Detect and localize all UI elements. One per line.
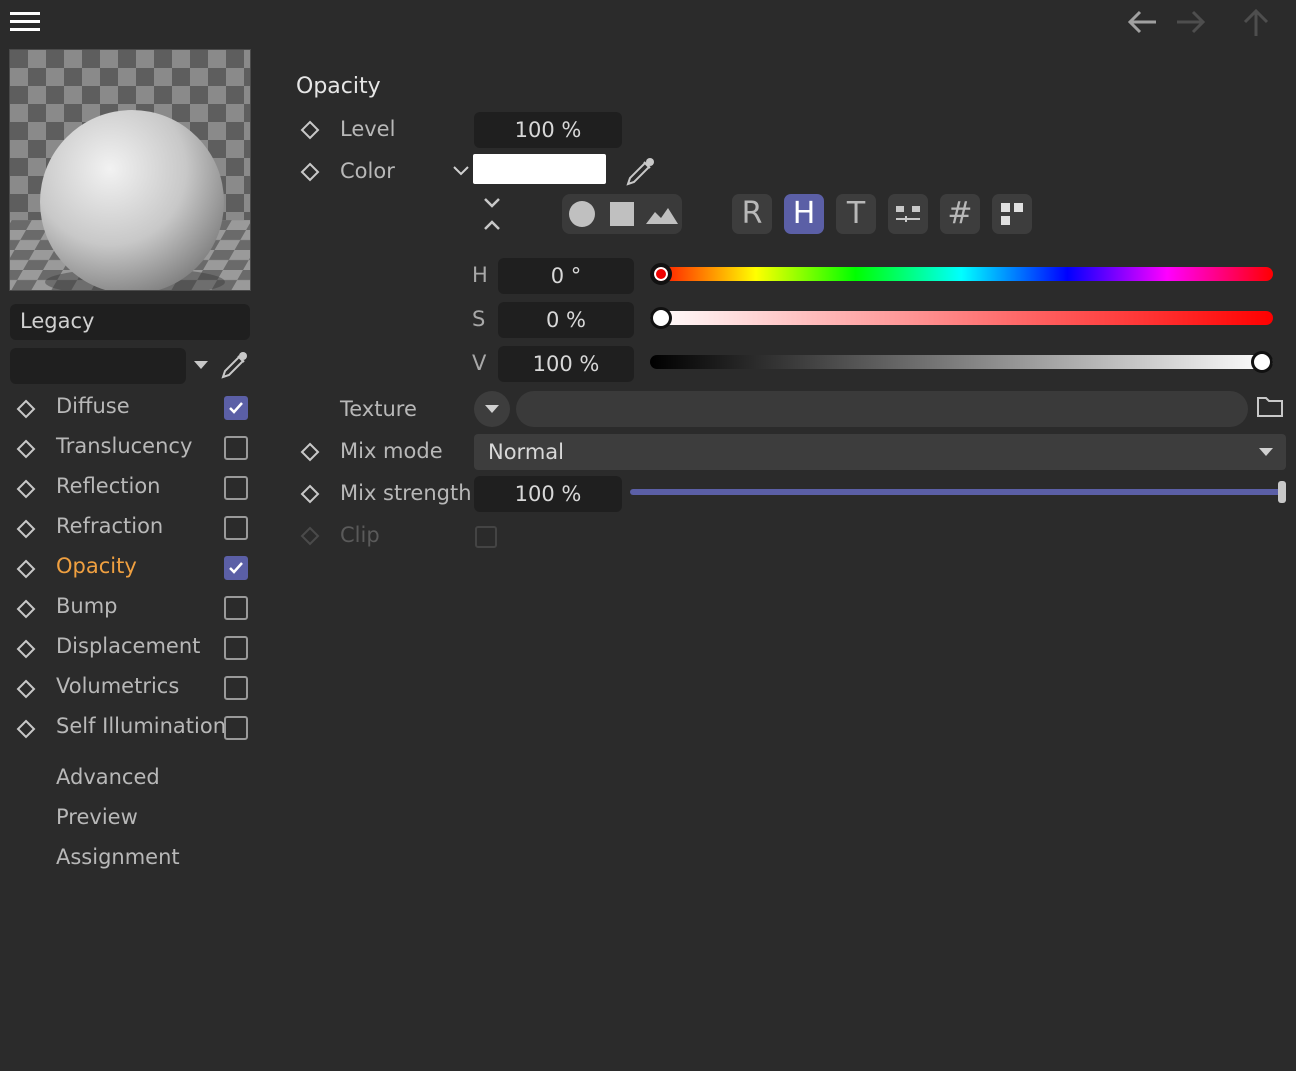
channel-label[interactable]: Reflection [56, 474, 161, 498]
square-shape-icon[interactable] [606, 200, 638, 228]
channel-row-displacement[interactable]: Displacement [10, 630, 255, 666]
value-slider[interactable] [650, 355, 1273, 369]
channel-checkbox[interactable] [224, 476, 248, 500]
channel-row-reflection[interactable]: Reflection [10, 470, 255, 506]
texture-label: Texture [340, 397, 417, 421]
keyframe-diamond-icon[interactable] [16, 399, 36, 419]
channel-label[interactable]: Bump [56, 594, 118, 618]
folder-icon[interactable] [1256, 394, 1284, 418]
channel-row-volumetrics[interactable]: Volumetrics [10, 670, 255, 706]
clip-checkbox [475, 526, 497, 548]
keyframe-diamond-icon[interactable] [16, 559, 36, 579]
keyframe-diamond-icon[interactable] [16, 639, 36, 659]
eyedropper-icon[interactable] [219, 349, 251, 381]
mode-mixer-button[interactable] [888, 194, 928, 234]
mix-mode-dropdown[interactable]: Normal [474, 434, 1286, 470]
mix-mode-value: Normal [488, 440, 564, 464]
hue-label: H [472, 263, 488, 287]
channel-checkbox[interactable] [224, 556, 248, 580]
hue-slider-knob[interactable] [650, 263, 672, 285]
section-preview[interactable]: Preview [56, 805, 138, 829]
channel-row-diffuse[interactable]: Diffuse [10, 390, 255, 426]
hue-field[interactable]: 0 ° [498, 258, 634, 294]
circle-shape-icon[interactable] [566, 200, 598, 228]
material-name-field[interactable] [10, 348, 186, 384]
color-label: Color [340, 159, 395, 183]
level-label: Level [340, 117, 396, 141]
mix-mode-label: Mix mode [340, 439, 443, 463]
level-field[interactable]: 100 % [474, 112, 622, 148]
channel-row-translucency[interactable]: Translucency [10, 430, 255, 466]
material-type-field: Legacy [10, 304, 250, 340]
channel-label[interactable]: Refraction [56, 514, 163, 538]
value-field[interactable]: 100 % [498, 346, 634, 382]
dropdown-arrow-icon[interactable] [192, 358, 210, 372]
channel-row-opacity[interactable]: Opacity [10, 550, 255, 586]
saturation-label: S [472, 307, 486, 331]
texture-menu-button[interactable] [474, 391, 510, 427]
saturation-field[interactable]: 0 % [498, 302, 634, 338]
channel-label[interactable]: Volumetrics [56, 674, 179, 698]
landscape-shape-icon[interactable] [646, 200, 678, 228]
clip-label: Clip [340, 523, 380, 547]
keyframe-diamond-icon[interactable] [16, 679, 36, 699]
chevron-down-icon [1258, 447, 1274, 457]
mix-strength-slider[interactable] [630, 489, 1282, 495]
color-field-shape-group [562, 194, 682, 234]
saturation-slider-knob[interactable] [650, 307, 672, 329]
arrow-left-icon[interactable] [1126, 8, 1160, 36]
section-title: Opacity [296, 74, 381, 99]
hamburger-menu-icon[interactable] [10, 10, 42, 34]
color-swatch[interactable] [473, 154, 606, 184]
value-label: V [472, 351, 487, 375]
collapse-icon[interactable] [480, 196, 504, 232]
keyframe-diamond-icon[interactable] [300, 442, 320, 462]
checkmark-icon [229, 402, 243, 414]
saturation-slider[interactable] [650, 311, 1273, 325]
keyframe-diamond-icon[interactable] [16, 479, 36, 499]
keyframe-diamond-icon[interactable] [16, 519, 36, 539]
arrow-up-icon[interactable] [1241, 8, 1271, 38]
arrow-right-icon[interactable] [1173, 8, 1207, 36]
section-assignment[interactable]: Assignment [56, 845, 180, 869]
channel-label[interactable]: Displacement [56, 634, 200, 658]
channel-checkbox[interactable] [224, 436, 248, 460]
channel-row-bump[interactable]: Bump [10, 590, 255, 626]
chevron-down-icon[interactable] [452, 164, 470, 178]
channel-checkbox[interactable] [224, 516, 248, 540]
channel-checkbox[interactable] [224, 596, 248, 620]
channel-checkbox[interactable] [224, 716, 248, 740]
keyframe-diamond-icon[interactable] [16, 719, 36, 739]
channel-checkbox[interactable] [224, 676, 248, 700]
material-preview[interactable] [9, 49, 251, 291]
mix-strength-slider-knob[interactable] [1278, 481, 1286, 503]
eyedropper-icon[interactable] [624, 154, 658, 188]
channel-checkbox[interactable] [224, 636, 248, 660]
keyframe-diamond-icon[interactable] [300, 484, 320, 504]
section-advanced[interactable]: Advanced [56, 765, 160, 789]
mode-temperature-button[interactable]: T [836, 194, 876, 234]
texture-path-field[interactable] [516, 391, 1248, 427]
checkmark-icon [229, 562, 243, 574]
channel-label[interactable]: Opacity [56, 554, 137, 578]
mode-swatches-button[interactable] [992, 194, 1032, 234]
keyframe-diamond-icon [300, 526, 320, 546]
channel-row-self-illumination[interactable]: Self Illumination [10, 710, 255, 746]
mode-hsv-button[interactable]: H [784, 194, 824, 234]
mode-rgb-button[interactable]: R [732, 194, 772, 234]
channel-label[interactable]: Self Illumination [56, 714, 226, 738]
channel-checkbox[interactable] [224, 396, 248, 420]
keyframe-diamond-icon[interactable] [300, 120, 320, 140]
channel-label[interactable]: Translucency [56, 434, 192, 458]
channel-label[interactable]: Diffuse [56, 394, 130, 418]
keyframe-diamond-icon[interactable] [16, 599, 36, 619]
keyframe-diamond-icon[interactable] [16, 439, 36, 459]
hue-slider[interactable] [650, 267, 1273, 281]
keyframe-diamond-icon[interactable] [300, 162, 320, 182]
channel-row-refraction[interactable]: Refraction [10, 510, 255, 546]
mode-hex-button[interactable]: # [940, 194, 980, 234]
mix-strength-label: Mix strength [340, 481, 472, 505]
value-slider-knob[interactable] [1251, 351, 1273, 373]
mix-strength-field[interactable]: 100 % [474, 476, 622, 512]
